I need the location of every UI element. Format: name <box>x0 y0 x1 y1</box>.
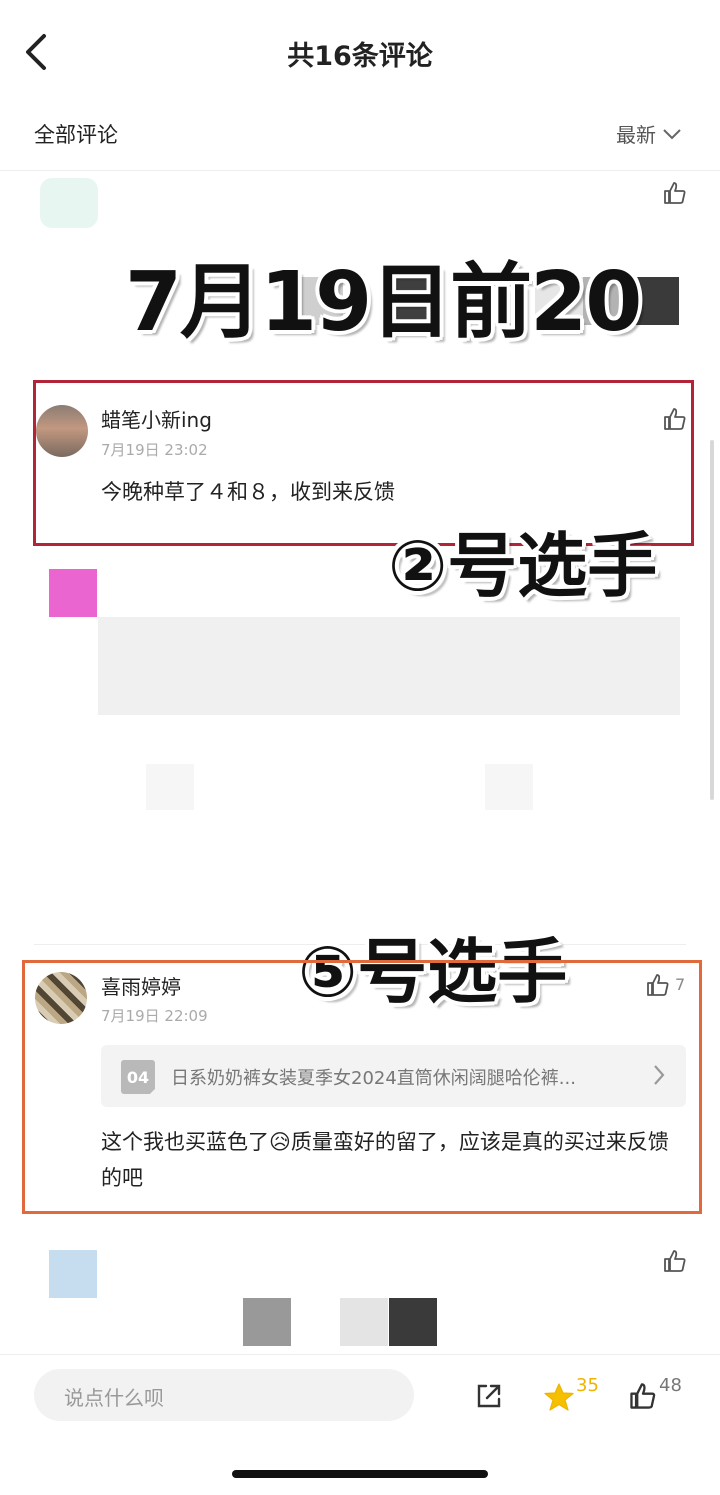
page-title: 共16条评论 <box>287 41 433 72</box>
home-indicator <box>232 1470 488 1478</box>
like-count: 48 <box>659 1375 682 1396</box>
blur-mosaic <box>340 1298 388 1346</box>
product-rank-badge: 04 <box>121 1060 155 1094</box>
like-icon[interactable] <box>645 972 671 998</box>
blurred-content <box>485 764 533 810</box>
avatar[interactable] <box>35 972 87 1024</box>
comment-text: 今晚种草了４和８，收到来反馈 <box>101 480 395 504</box>
avatar-blurred[interactable] <box>49 569 97 617</box>
sort-dropdown[interactable]: 最新 <box>616 119 682 148</box>
comment-username[interactable]: 蜡笔小新ing <box>101 404 212 433</box>
overlay-contestant-2: ②号选手 <box>388 525 658 607</box>
like-icon[interactable] <box>662 1248 688 1274</box>
avatar-blurred[interactable] <box>49 1250 97 1298</box>
product-title: 日系奶奶裤女装夏季女2024直筒休闲阔腿哈伦裤... <box>171 1068 576 1089</box>
like-count: 7 <box>675 975 686 994</box>
comment-input[interactable]: 说点什么呗 <box>34 1369 414 1421</box>
scrollbar[interactable] <box>710 440 714 800</box>
comment-input-placeholder: 说点什么呗 <box>64 1386 164 1410</box>
blur-mosaic <box>243 1298 291 1346</box>
star-count: 35 <box>576 1375 599 1396</box>
star-icon[interactable] <box>543 1381 575 1413</box>
comments-subbar: 全部评论 最新 <box>0 105 720 171</box>
blurred-content <box>98 617 680 715</box>
like-icon[interactable] <box>662 406 688 432</box>
comment-time: 7月19日 23:02 <box>101 441 208 459</box>
avatar[interactable] <box>36 405 88 457</box>
share-icon[interactable] <box>474 1381 504 1411</box>
chevron-right-icon <box>654 1065 665 1085</box>
sort-label: 最新 <box>616 123 656 147</box>
chevron-down-icon <box>663 128 681 139</box>
like-icon[interactable] <box>662 180 688 206</box>
like-icon[interactable] <box>628 1381 658 1411</box>
product-link-card[interactable]: 04 日系奶奶裤女装夏季女2024直筒休闲阔腿哈伦裤... <box>101 1045 686 1107</box>
blur-mosaic <box>389 1298 437 1346</box>
comment-username[interactable]: 喜雨婷婷 <box>101 971 181 1000</box>
comment-text: 这个我也买蓝色了😥质量蛮好的留了，应该是真的买过来反馈的吧 <box>101 1130 669 1190</box>
avatar-blurred[interactable] <box>40 178 98 228</box>
blurred-content <box>146 764 194 810</box>
overlay-date-caption: 7月19日前20 <box>125 255 642 350</box>
all-comments-label: 全部评论 <box>34 123 118 147</box>
comment-time: 7月19日 22:09 <box>101 1007 208 1025</box>
top-header: 共16条评论 <box>0 0 720 105</box>
